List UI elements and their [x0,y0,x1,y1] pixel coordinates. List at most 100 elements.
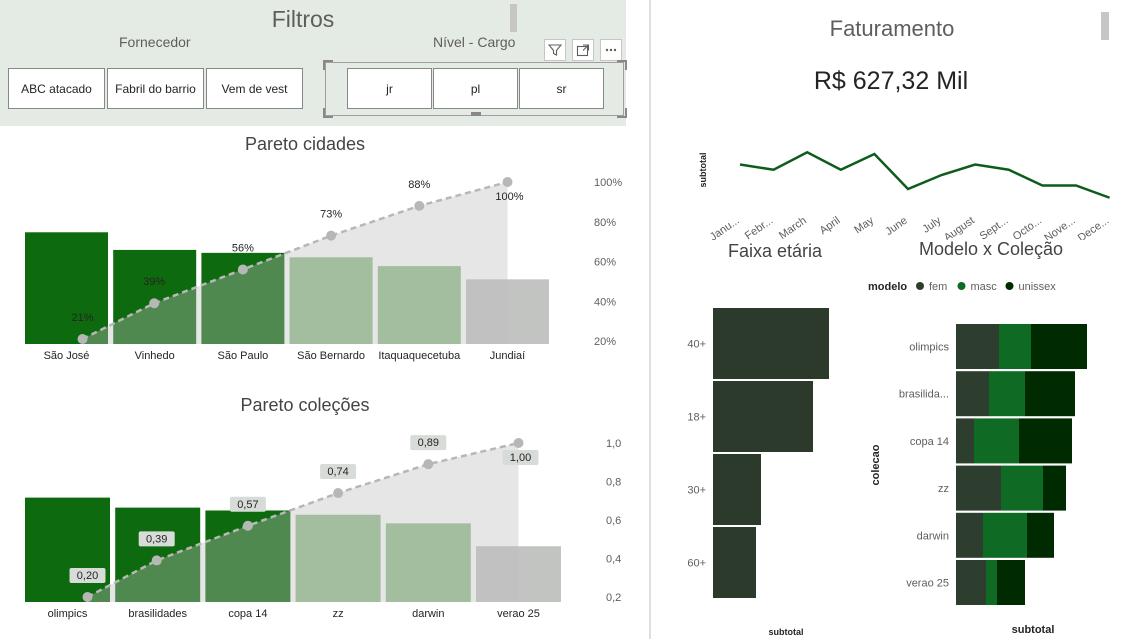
slicer-option-jr[interactable]: jr [347,68,432,109]
x-tick-label: Sept... [978,215,1011,240]
cumulative-data-label: 56% [232,242,254,254]
stacked-bar-segment [974,418,1019,464]
cumulative-point [237,264,248,275]
more-options-icon[interactable] [600,39,622,61]
resize-handle[interactable] [323,108,333,118]
filter-icon[interactable] [544,39,566,61]
y-axis-title: colecao [870,444,882,485]
cumulative-data-label: 88% [408,179,430,191]
stacked-bar-segment [999,324,1031,369]
x-tick-label: Febr... [743,215,775,240]
faixa-etaria-chart: 40+ 18+ 30+ 60+ subtotal [687,308,829,636]
filters-scrollbar[interactable] [510,4,517,32]
cumulative-data-label: 39% [143,276,165,288]
pareto-bar [25,232,108,344]
slicer-option-sr[interactable]: sr [519,68,604,109]
y2-tick-label: 0,4 [606,554,621,566]
y-tick-label: 18+ [687,412,706,424]
age-bar [713,454,761,525]
stacked-bar-segment [956,324,999,369]
stacked-bar-segment [956,371,989,417]
resize-handle[interactable] [617,108,627,118]
stacked-bar-segment [1001,465,1043,511]
stacked-bar-segment [1019,418,1072,464]
faturamento-title: Faturamento [829,16,955,41]
x-tick-label: São Bernardo [297,350,365,362]
page-divider [649,0,651,639]
y2-tick-label: 60% [594,257,616,269]
slicer-option-pl[interactable]: pl [433,68,518,109]
stacked-bar-segment [956,560,986,605]
age-bar [713,381,813,452]
stacked-bar-segment [997,560,1025,605]
x-tick-label: zz [333,608,344,620]
y2-tick-label: 0,2 [606,592,621,604]
y2-tick-label: 80% [594,217,616,229]
y2-tick-label: 1,0 [606,438,621,450]
y-tick-label: zz [938,483,949,495]
legend-marker [957,282,966,290]
y-tick-label: 30+ [687,485,706,497]
x-tick-label: June [883,215,909,239]
resize-handle[interactable] [323,60,333,70]
slicer-option-fabril-do-barrio[interactable]: Fabril do barrio [107,68,204,109]
y-tick-label: 40+ [687,339,706,351]
pareto-colecoes-title: Pareto coleções [240,395,370,415]
cumulative-data-label: 0,74 [327,466,348,478]
cumulative-point [513,438,524,448]
y-tick-label: copa 14 [910,436,949,448]
slicer-option-vem-de-vest[interactable]: Vem de vest [206,68,303,109]
stacked-bar-segment [1027,512,1054,558]
stacked-bar-segment [1025,371,1075,417]
age-bar [713,527,756,598]
faturamento-scrollbar[interactable] [1101,12,1109,40]
modelo-colecao-title: Modelo x Coleção [918,239,1064,259]
y-tick-label: brasilida... [899,389,949,401]
y2-tick-label: 0,6 [606,515,621,527]
y2-tick-label: 100% [594,177,622,189]
legend-label: fem [929,281,947,293]
faturamento-line-chart: subtotal Janu... Febr... March April May June J… [698,150,1111,240]
cumulative-point [326,230,337,241]
cumulative-point [423,459,434,470]
cumulative-point [77,334,88,345]
x-tick-label: August [942,215,977,240]
cumulative-data-label: 0,20 [77,570,98,582]
stacked-bar-segment [1043,465,1066,511]
cumulative-point [82,592,93,602]
x-tick-label: São Paulo [218,350,269,362]
x-tick-label: April [818,215,843,237]
pareto-cidades-title: Pareto cidades [244,134,366,154]
cumulative-data-label: 73% [320,209,342,221]
x-axis-title: subtotal [1012,624,1055,636]
cumulative-data-label: 1,00 [510,452,531,464]
x-tick-label: darwin [412,608,444,620]
modelo-colecao-chart: modelo fem masc unissex olimpics brasilida...… [868,281,1087,636]
pareto-cidades-chart: 21% 39% 56% 73% 88% 100% São José Vinhedo São Pa… [25,177,622,362]
focus-mode-icon[interactable] [572,39,594,61]
cumulative-data-label: 21% [71,312,93,324]
x-tick-label: São José [44,350,90,362]
resize-handle[interactable] [471,112,481,116]
x-tick-label: olimpics [48,608,88,620]
y-tick-label: olimpics [909,342,949,354]
x-tick-label: Janu... [708,215,742,240]
cumulative-data-label: 0,39 [146,533,167,545]
y-axis-title: subtotal [698,153,708,188]
resize-handle[interactable] [617,60,627,70]
slicer-option-abc-atacado[interactable]: ABC atacado [8,68,105,109]
stacked-bar-segment [956,512,983,558]
x-tick-label: verao 25 [497,608,540,620]
x-tick-label: Jundiaí [490,350,525,362]
y-tick-label: verao 25 [906,578,949,590]
stacked-bar-segment [989,371,1025,417]
x-tick-label: Itaquaquecetuba [378,350,461,362]
cumulative-point [414,200,425,211]
cumulative-data-label: 0,89 [418,437,439,449]
x-tick-label: copa 14 [228,608,267,620]
legend-title: modelo [868,281,907,293]
x-tick-label: brasilidades [128,608,187,620]
y-tick-label: 60+ [687,558,706,570]
legend-marker [916,282,924,290]
legend-label: masc [971,281,998,293]
